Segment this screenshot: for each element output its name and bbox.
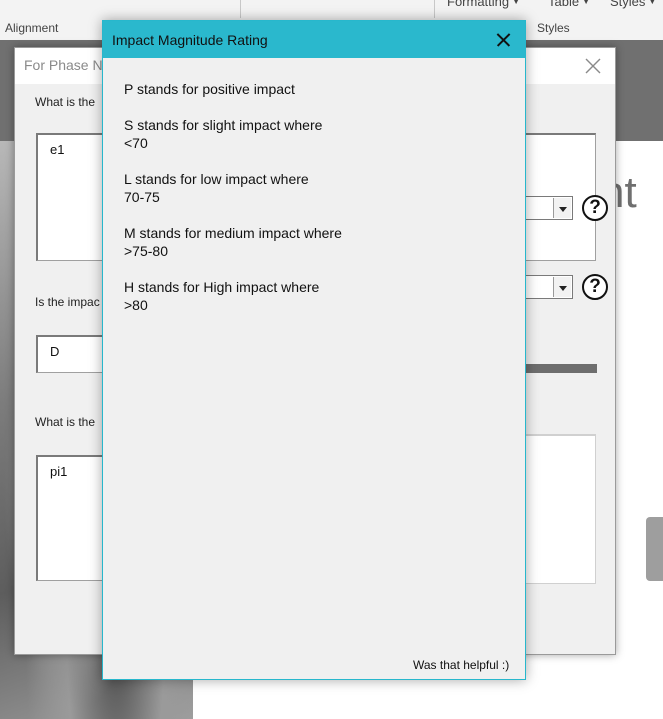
ribbon-styles-menu[interactable]: Styles ▼ [610, 0, 656, 9]
question-1-label: What is the [35, 95, 96, 109]
ribbon-separator [240, 0, 241, 18]
rating-item-low: L stands for low impact where 70-75 [124, 170, 504, 206]
chevron-down-icon[interactable] [553, 277, 571, 297]
question-2-label: Is the impac [35, 295, 100, 309]
chevron-down-icon[interactable] [553, 198, 571, 218]
rating-description: S stands for slight impact where [124, 117, 323, 133]
rating-item-high: H stands for High impact where >80 [124, 278, 504, 314]
worksheet-side-tab[interactable] [646, 517, 663, 581]
rating-description: H stands for High impact where [124, 279, 320, 295]
dropdown-caret-icon: ▼ [582, 0, 590, 6]
rating-item-slight: S stands for slight impact where <70 [124, 116, 504, 152]
help-button-2[interactable]: ? [582, 274, 608, 300]
ribbon-table-menu[interactable]: Table ▼ [548, 0, 590, 9]
rating-description: L stands for low impact where [124, 171, 309, 187]
dialog-footer-text: Was that helpful :) [413, 658, 510, 672]
impact-magnitude-dialog: Impact Magnitude Rating P stands for pos… [102, 20, 526, 680]
help-button-1[interactable]: ? [582, 195, 608, 221]
dropdown-caret-icon: ▼ [512, 0, 521, 6]
dialog-content: P stands for positive impact S stands fo… [124, 80, 504, 332]
rating-threshold: <70 [124, 135, 148, 151]
ribbon-separator [434, 0, 435, 18]
rating-description: M stands for medium impact where [124, 225, 342, 241]
rating-threshold: >80 [124, 297, 148, 313]
ribbon-group-styles-label: Styles [537, 21, 570, 35]
close-icon [585, 58, 601, 74]
rating-item-medium: M stands for medium impact where >75-80 [124, 224, 504, 260]
dialog-close-button[interactable] [492, 28, 516, 52]
ribbon-formatting-menu[interactable]: Formatting ▼ [447, 0, 520, 9]
rating-threshold: >75-80 [124, 243, 168, 259]
userform-title: For Phase N [24, 57, 103, 73]
rating-description: P stands for positive impact [124, 81, 295, 97]
rating-item-positive: P stands for positive impact [124, 80, 504, 98]
rating-threshold: 70-75 [124, 189, 160, 205]
dialog-title: Impact Magnitude Rating [112, 32, 268, 48]
ribbon-group-alignment-label: Alignment [5, 21, 59, 35]
userform-close-button[interactable] [581, 54, 605, 78]
progress-bar [520, 364, 597, 373]
dialog-titlebar[interactable]: Impact Magnitude Rating [103, 21, 525, 58]
dropdown-caret-icon: ▼ [648, 0, 657, 6]
question-3-label: What is the [35, 415, 96, 429]
